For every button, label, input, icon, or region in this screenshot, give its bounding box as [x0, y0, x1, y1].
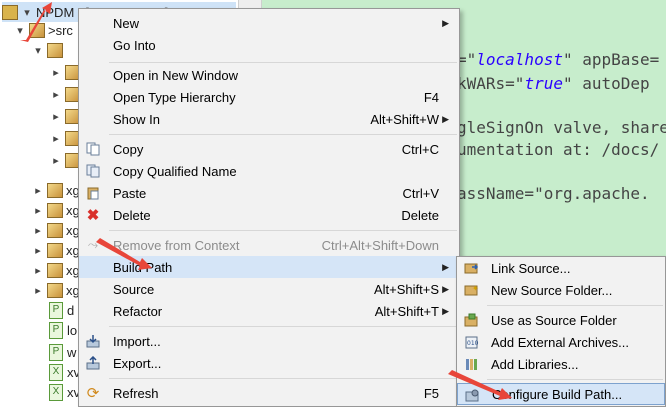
package-icon	[47, 242, 63, 258]
submenu-arrow-icon: ▶	[442, 305, 449, 316]
submenu-item-add-external-archives[interactable]: 010 Add External Archives...	[457, 331, 665, 353]
tree-row-file[interactable]: P d	[48, 300, 74, 320]
menu-separator	[109, 62, 457, 63]
menu-item-refactor[interactable]: Refactor Alt+Shift+T ▶	[79, 300, 459, 322]
source-folder-icon	[29, 22, 45, 38]
file-icon: P	[48, 343, 64, 361]
new-source-folder-icon: ✦	[463, 282, 479, 298]
menu-separator	[487, 379, 663, 380]
submenu-arrow-icon: ▶	[442, 113, 449, 124]
package-icon	[47, 202, 63, 218]
use-as-source-folder-icon	[463, 312, 479, 328]
file-icon: P	[48, 301, 64, 319]
copy-icon	[85, 141, 101, 157]
menu-item-go-into[interactable]: Go Into	[79, 34, 459, 56]
import-icon	[85, 333, 101, 349]
tree-row-src[interactable]: ▾ >src	[14, 20, 73, 40]
build-path-submenu: Link Source... ✦ New Source Folder... Us…	[456, 256, 666, 407]
menu-item-export[interactable]: Export...	[79, 352, 459, 374]
submenu-item-add-libraries[interactable]: Add Libraries...	[457, 353, 665, 375]
submenu-arrow-icon: ▶	[442, 283, 449, 294]
xml-file-icon: X	[48, 383, 64, 401]
submenu-item-use-as-source-folder[interactable]: Use as Source Folder	[457, 309, 665, 331]
tree-row-package[interactable]: ▾	[32, 40, 63, 60]
copy-qualified-name-icon	[85, 163, 101, 179]
menu-item-build-path[interactable]: Build Path ▶	[79, 256, 459, 278]
code-line: umentation at: /docs/	[457, 140, 660, 159]
package-icon	[47, 282, 63, 298]
collapse-toggle-icon[interactable]: ▾	[32, 44, 44, 57]
tree-row-folder[interactable]: ▸ xg	[32, 220, 80, 240]
link-source-icon	[463, 260, 479, 276]
package-icon	[47, 262, 63, 278]
package-icon	[47, 42, 63, 58]
menu-item-delete[interactable]: ✖ Delete Delete	[79, 204, 459, 226]
menu-item-remove-from-context[interactable]: ⤳ Remove from Context Ctrl+Alt+Shift+Dow…	[79, 234, 459, 256]
tree-row-folder[interactable]: ▸ xg	[32, 180, 80, 200]
tree-row-folder[interactable]: ▸ xg	[32, 240, 80, 260]
menu-item-show-in[interactable]: Show In Alt+Shift+W ▶	[79, 108, 459, 130]
collapse-toggle-icon[interactable]: ▾	[14, 24, 26, 37]
svg-text:010: 010	[467, 340, 479, 347]
menu-item-refresh[interactable]: ⟳ Refresh F5	[79, 382, 459, 404]
menu-item-paste[interactable]: Paste Ctrl+V	[79, 182, 459, 204]
menu-item-new[interactable]: New ▶	[79, 12, 459, 34]
package-icon	[47, 222, 63, 238]
submenu-item-link-source[interactable]: Link Source...	[457, 257, 665, 279]
menu-separator	[109, 230, 457, 231]
code-line: assName="org.apache.	[457, 184, 650, 203]
tree-row-file[interactable]: P w	[48, 342, 76, 362]
tree-row-subpackage[interactable]: ▸	[50, 106, 81, 126]
menu-item-open-new-window[interactable]: Open in New Window	[79, 64, 459, 86]
refresh-icon: ⟳	[86, 385, 100, 402]
menu-item-open-type-hierarchy[interactable]: Open Type Hierarchy F4	[79, 86, 459, 108]
remove-from-context-icon: ⤳	[87, 237, 99, 252]
submenu-arrow-icon: ▶	[442, 261, 449, 272]
project-name: NPDM	[36, 4, 75, 20]
submenu-arrow-icon: ▶	[442, 17, 449, 28]
tree-row-file[interactable]: X xv	[48, 382, 80, 402]
menu-item-copy[interactable]: Copy Ctrl+C	[79, 138, 459, 160]
tree-row-subpackage[interactable]: ▸	[50, 84, 81, 104]
context-menu: New ▶ Go Into Open in New Window Open Ty…	[78, 8, 460, 407]
menu-separator	[487, 305, 663, 306]
code-line: ="localhost" appBase=	[457, 50, 660, 69]
collapse-toggle-icon[interactable]: ▾	[21, 6, 33, 19]
tree-row-subpackage[interactable]: ▸	[50, 128, 81, 148]
submenu-item-new-source-folder[interactable]: ✦ New Source Folder...	[457, 279, 665, 301]
package-icon	[47, 182, 63, 198]
menu-item-copy-qualified-name[interactable]: Copy Qualified Name	[79, 160, 459, 182]
menu-item-import[interactable]: Import...	[79, 330, 459, 352]
file-icon: P	[48, 321, 64, 339]
tree-row-folder[interactable]: ▸ xg	[32, 200, 80, 220]
library-icon	[463, 356, 479, 372]
tree-row-file[interactable]: P lo	[48, 320, 77, 340]
tree-row-subpackage[interactable]: ▸	[50, 62, 81, 82]
tree-row-folder[interactable]: ▸ xg	[32, 280, 80, 300]
code-line: kWARs="true" autoDep	[457, 74, 650, 93]
code-line: gleSignOn valve, share	[457, 118, 666, 137]
tree-row-file[interactable]: X xv	[48, 362, 80, 382]
project-icon	[2, 4, 18, 20]
paste-icon	[85, 185, 101, 201]
export-icon	[85, 355, 101, 371]
delete-icon: ✖	[86, 207, 100, 224]
configure-build-path-icon	[464, 387, 480, 403]
tree-row-subpackage[interactable]: ▸	[50, 150, 81, 170]
jar-archive-icon: 010	[463, 334, 479, 350]
tree-label: >src	[48, 22, 73, 38]
tree-row-folder[interactable]: ▸ xg	[32, 260, 80, 280]
submenu-item-configure-build-path[interactable]: Configure Build Path...	[457, 383, 665, 405]
menu-item-source[interactable]: Source Alt+Shift+S ▶	[79, 278, 459, 300]
menu-separator	[109, 326, 457, 327]
menu-separator	[109, 378, 457, 379]
xml-file-icon: X	[48, 363, 64, 381]
menu-separator	[109, 134, 457, 135]
svg-text:✦: ✦	[472, 284, 479, 293]
